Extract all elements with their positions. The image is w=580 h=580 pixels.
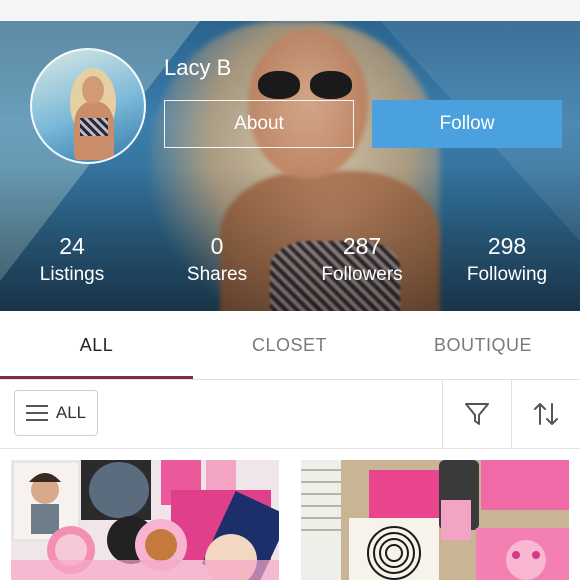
listing-card[interactable]	[301, 460, 569, 580]
stat-listings[interactable]: 24 Listings	[12, 232, 132, 288]
about-button[interactable]: About	[164, 100, 354, 148]
follow-button[interactable]: Follow	[372, 100, 562, 148]
stat-label: Following	[466, 264, 548, 285]
category-all-button[interactable]: ALL	[14, 390, 98, 436]
sort-icon	[534, 403, 558, 425]
stat-value: 0	[210, 233, 224, 259]
tab-closet[interactable]: CLOSET	[193, 311, 386, 379]
stat-label: Listings	[39, 264, 105, 285]
filter-icon	[465, 403, 489, 425]
listing-grid	[0, 449, 580, 580]
stat-value: 298	[487, 233, 527, 259]
profile-username: Lacy B	[164, 55, 232, 80]
stat-value: 287	[342, 233, 382, 259]
profile-avatar[interactable]	[30, 48, 146, 164]
stat-followers[interactable]: 287 Followers	[302, 232, 422, 288]
stat-value: 24	[59, 233, 85, 259]
listing-photo	[11, 460, 279, 580]
stat-shares[interactable]: 0 Shares	[157, 232, 277, 288]
stat-label: Shares	[186, 264, 248, 285]
tab-boutique[interactable]: BOUTIQUE	[386, 311, 580, 379]
listing-photo	[301, 460, 569, 580]
category-all-label: ALL	[55, 403, 87, 422]
stat-label: Followers	[321, 264, 403, 285]
status-strip	[0, 0, 580, 21]
filter-bar: ALL	[0, 380, 580, 449]
stat-following[interactable]: 298 Following	[447, 232, 567, 288]
filter-button[interactable]	[443, 380, 511, 448]
sort-button[interactable]	[512, 380, 580, 448]
listing-card[interactable]	[11, 460, 279, 580]
profile-page: Lacy B About Follow 24 Listings 0 Shares…	[0, 0, 580, 580]
menu-icon	[25, 405, 48, 421]
closet-tabs: ALL CLOSET BOUTIQUE	[0, 311, 580, 380]
active-tab-indicator	[0, 376, 193, 379]
tab-all[interactable]: ALL	[0, 311, 193, 379]
